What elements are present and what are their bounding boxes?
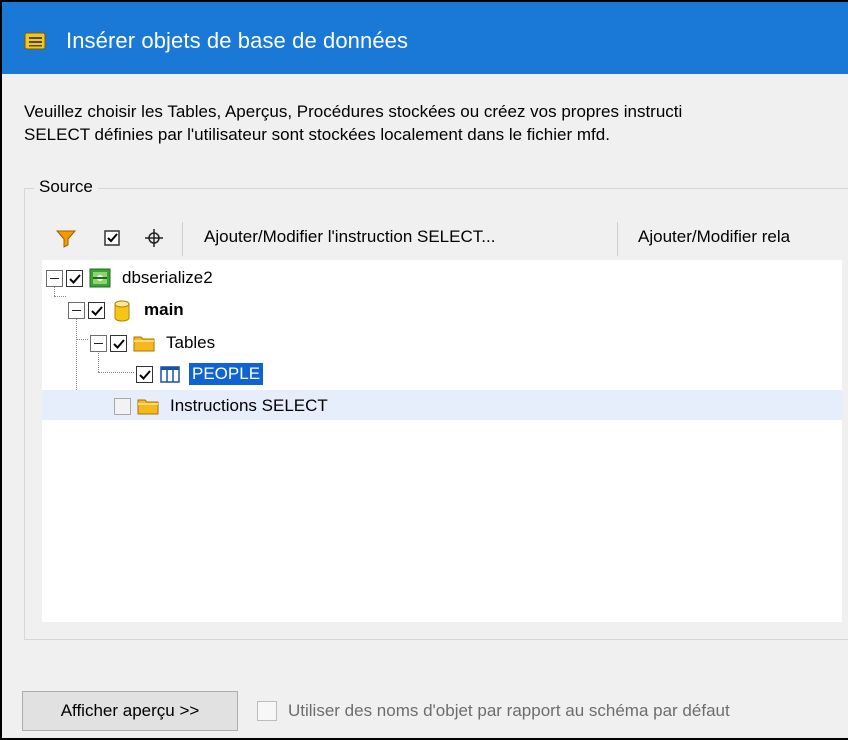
folder-icon	[137, 396, 159, 416]
collapse-toggle[interactable]	[46, 269, 63, 287]
folder-icon	[133, 333, 155, 353]
filter-icon[interactable]	[54, 226, 78, 250]
instructions-line-1: Veuillez choisir les Tables, Aperçus, Pr…	[24, 102, 683, 121]
tree-node-label: Tables	[166, 333, 216, 352]
add-relation-button[interactable]: Ajouter/Modifier rela	[638, 227, 790, 247]
tree-node-label-selected: PEOPLE	[189, 363, 264, 385]
show-preview-button[interactable]: Afficher aperçu >>	[22, 691, 238, 731]
tree-row[interactable]: Tables	[42, 327, 842, 357]
sqlite-database-icon	[89, 268, 111, 288]
tree-node-label: dbserialize2	[122, 268, 213, 287]
default-schema-checkbox-label: Utiliser des noms d'objet par rapport au…	[288, 701, 730, 720]
tree-row[interactable]: dbserialize2	[42, 262, 842, 292]
tree-checkbox[interactable]	[136, 365, 153, 383]
database-objects-icon	[24, 32, 46, 50]
source-group-label: Source	[34, 177, 98, 197]
instructions-text: Veuillez choisir les Tables, Aperçus, Pr…	[24, 100, 682, 146]
tree-checkbox[interactable]	[110, 334, 127, 352]
default-schema-checkbox[interactable]	[257, 701, 277, 721]
title-bar[interactable]: Insérer objets de base de données	[2, 2, 848, 74]
window-title: Insérer objets de base de données	[66, 28, 409, 53]
tree-row[interactable]: Instructions SELECT	[42, 390, 842, 420]
collapse-toggle[interactable]	[68, 301, 85, 319]
instructions-line-2: SELECT définies par l'utilisateur sont s…	[24, 125, 610, 144]
tree-checkbox[interactable]	[114, 397, 131, 415]
tree-node-label: Instructions SELECT	[170, 396, 328, 415]
source-tree[interactable]: dbserialize2 main Tables PEOPLE Instruct…	[42, 260, 842, 622]
check-objects-icon[interactable]	[100, 226, 124, 250]
tree-checkbox[interactable]	[66, 269, 83, 287]
collapse-toggle[interactable]	[90, 334, 107, 352]
schema-cylinder-icon	[111, 300, 133, 322]
add-select-statement-button[interactable]: Ajouter/Modifier l'instruction SELECT...	[204, 227, 495, 247]
toolbar-separator	[182, 222, 183, 256]
table-icon	[159, 364, 181, 384]
tree-row[interactable]: PEOPLE	[42, 358, 842, 388]
tree-checkbox[interactable]	[88, 301, 105, 319]
tree-node-label: main	[144, 300, 184, 319]
tree-row[interactable]: main	[42, 294, 842, 324]
source-toolbar: Ajouter/Modifier l'instruction SELECT...…	[42, 218, 842, 258]
dialog-window: Insérer objets de base de données Veuill…	[0, 0, 848, 740]
crosshair-icon[interactable]	[142, 226, 166, 250]
toolbar-separator	[617, 222, 618, 256]
